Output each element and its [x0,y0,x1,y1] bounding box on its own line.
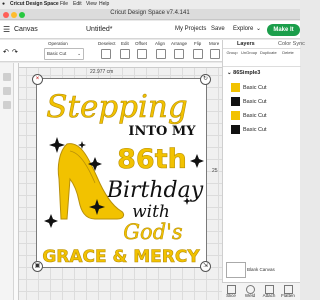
operation-select[interactable]: Basic Cut ⌄ [44,48,84,60]
arrange-icon[interactable] [174,49,184,59]
layer-row-label: Basic Cut [243,98,267,105]
layer-thumbnail [231,97,240,106]
design-text-stepping: Stepping [46,89,187,125]
design-text-gods: God's [123,220,183,244]
new-icon[interactable] [3,73,11,81]
align-label: Align [155,41,166,46]
my-projects-link[interactable]: My Projects [175,26,206,32]
menu-file[interactable]: File [60,1,68,7]
undo-icon[interactable]: ↶ [3,48,11,56]
edit-toolbar: ↶ ↷ Operation Basic Cut ⌄ Deselect Edit … [0,40,222,62]
menu-view[interactable]: View [86,1,97,7]
layer-thumbnail [231,111,240,120]
design-text-into-my: INTO MY [128,124,196,139]
more-label: More [209,41,220,46]
layer-row-label: Basic Cut [243,126,267,133]
menu-edit[interactable]: Edit [73,1,82,7]
lock-handle[interactable]: ▣ [32,261,43,272]
canvas-label: Canvas [14,26,38,33]
arrange-label: Arrange [171,41,188,46]
resize-handle[interactable]: ⇲ [200,261,211,272]
edit-icon[interactable] [120,49,130,59]
chevron-down-icon[interactable]: ⌄ [227,70,232,76]
app-header: ☰ Canvas Untitled* My Projects Save Expl… [0,21,300,39]
layer-row-label: Basic Cut [243,84,267,91]
rotate-handle[interactable]: ↻ [200,74,211,85]
flip-icon[interactable] [193,49,203,59]
align-icon[interactable] [156,49,166,59]
flip-label: Flip [194,41,202,46]
deselect-label: Deselect [98,41,116,46]
make-it-button[interactable]: Make It [267,24,300,36]
layer-actions-bar: Slice Weld Attach Flatten [222,282,300,300]
operation-label: Operation [48,41,68,46]
blank-canvas-swatch[interactable] [226,262,246,278]
chevron-down-icon[interactable]: ⌄ [256,25,261,32]
group-button[interactable]: Group [224,50,240,55]
edit-label: Edit [121,41,129,46]
design-text-grace-mercy: GRACE & MERCY [42,247,200,267]
selected-design[interactable]: Stepping INTO MY 86th Birthday with God'… [32,74,211,272]
explore-link[interactable]: Explore [233,26,253,32]
layer-thumbnail [231,125,240,134]
save-link[interactable]: Save [211,26,225,32]
design-text-86th: 86th [117,144,187,175]
apple-icon[interactable]: ● [2,1,5,7]
delete-handle[interactable]: × [32,74,43,85]
design-artwork: Stepping INTO MY 86th Birthday with God'… [42,89,204,267]
layer-group[interactable]: ⌄ 86Simple3 [227,70,299,76]
top-ruler [14,63,222,68]
height-dimension: 25 [212,168,218,174]
redo-icon[interactable]: ↷ [12,48,20,56]
layer-group-name: 86Simple3 [233,70,261,76]
layer-row[interactable]: Basic Cut [231,111,303,120]
menu-bar: ● Cricut Design Space File Edit View Hel… [0,0,300,9]
tab-layers[interactable]: Layers [237,41,255,47]
layer-row[interactable]: Basic Cut [231,97,303,106]
tab-color-sync[interactable]: Color Sync [278,41,305,47]
offset-icon[interactable] [137,49,147,59]
title-bar: Cricut Design Space v7.4.141 [0,9,300,20]
layers-panel: Layers Color Sync Group UnGroup Duplicat… [222,40,305,300]
menu-app-name[interactable]: Cricut Design Space [10,1,59,7]
blank-canvas-label: Blank Canvas [247,267,275,272]
left-ruler [14,63,19,300]
window-title: Cricut Design Space v7.4.141 [110,10,190,16]
flatten-icon [284,285,293,294]
layer-thumbnail [231,83,240,92]
delete-button[interactable]: Delete [280,50,296,55]
templates-icon[interactable] [3,87,11,95]
operation-value: Basic Cut [47,51,67,56]
more-icon[interactable] [210,49,220,59]
left-tool-strip [0,63,14,300]
projects-icon[interactable] [3,101,11,109]
chevron-down-icon: ⌄ [77,51,81,56]
design-text-with: with [132,202,170,222]
deselect-icon[interactable] [101,49,111,59]
menu-help[interactable]: Help [99,1,109,7]
project-title[interactable]: Untitled* [86,26,112,33]
layer-row[interactable]: Basic Cut [231,125,303,134]
ungroup-button[interactable]: UnGroup [241,50,257,55]
design-text-birthday: Birthday [106,178,204,203]
offset-label: Offset [135,41,147,46]
slice-icon [227,285,236,294]
width-dimension: 22.977 cm [90,69,114,75]
hamburger-menu-icon[interactable]: ☰ [3,25,10,34]
layer-row-label: Basic Cut [243,112,267,119]
layer-row[interactable]: Basic Cut [231,83,303,92]
attach-icon [265,285,274,294]
duplicate-button[interactable]: Duplicate [260,50,277,55]
weld-icon [246,285,255,294]
